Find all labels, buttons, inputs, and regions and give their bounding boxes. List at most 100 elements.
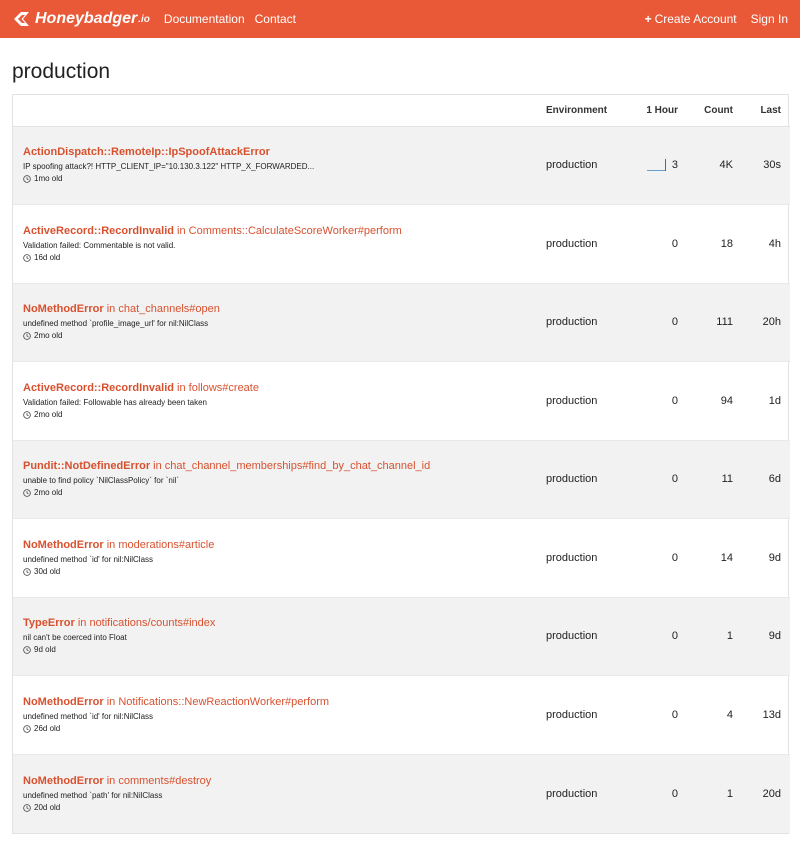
- error-age: 2mo old: [23, 330, 536, 342]
- clock-icon: [23, 724, 31, 733]
- error-class-link[interactable]: TypeError: [23, 617, 75, 629]
- table-header-row: Environment 1 Hour Count Last: [13, 95, 790, 127]
- hour-cell: 0: [632, 754, 687, 833]
- error-class-link[interactable]: NoMethodError: [23, 696, 104, 708]
- error-age: 2mo old: [23, 487, 536, 499]
- error-title[interactable]: Pundit::NotDefinedError in chat_channel_…: [23, 459, 536, 474]
- table-row[interactable]: NoMethodError in chat_channels#open unde…: [13, 283, 790, 362]
- error-location[interactable]: in comments#destroy: [107, 775, 212, 787]
- error-cell: NoMethodError in comments#destroy undefi…: [13, 754, 546, 833]
- table-row[interactable]: ActiveRecord::RecordInvalid in Comments:…: [13, 204, 790, 284]
- error-age-label: 9d old: [34, 645, 56, 655]
- environment-cell: production: [546, 518, 632, 598]
- count-cell: 1: [726, 787, 733, 800]
- honeybadger-logo-icon: [14, 12, 29, 26]
- last-cell: 20h: [742, 283, 790, 362]
- hour-cell: 0: [632, 597, 687, 676]
- error-location[interactable]: in Comments::CalculateScoreWorker#perfor…: [177, 225, 402, 237]
- last-cell: 4h: [742, 204, 790, 284]
- error-title[interactable]: NoMethodError in moderations#article: [23, 538, 536, 553]
- last-cell: 1d: [742, 361, 790, 441]
- error-age: 16d old: [23, 252, 536, 264]
- error-location[interactable]: in follows#create: [177, 382, 259, 394]
- error-title[interactable]: NoMethodError in comments#destroy: [23, 774, 536, 789]
- column-header-last[interactable]: Last: [742, 95, 790, 127]
- error-cell: NoMethodError in moderations#article und…: [13, 518, 546, 598]
- count-cell: 11: [687, 440, 742, 519]
- environment-cell: production: [546, 787, 598, 800]
- hour-count: 0: [671, 630, 678, 643]
- error-location[interactable]: in Notifications::NewReactionWorker#perf…: [107, 696, 329, 708]
- error-title[interactable]: NoMethodError in chat_channels#open: [23, 302, 536, 317]
- page-title: production: [12, 60, 111, 83]
- hour-cell: 0: [632, 204, 687, 284]
- error-age: 30d old: [23, 566, 536, 578]
- table-row[interactable]: ActionDispatch::RemoteIp::IpSpoofAttackE…: [13, 126, 790, 205]
- sparkline-icon: [646, 159, 666, 172]
- clock-icon: [23, 646, 31, 655]
- error-location[interactable]: in moderations#article: [107, 539, 215, 551]
- table-row[interactable]: ActiveRecord::RecordInvalid in follows#c…: [13, 361, 790, 441]
- error-class-link[interactable]: NoMethodError: [23, 303, 104, 315]
- hour-cell: 0: [632, 675, 687, 755]
- error-message: undefined method `profile_image_url' for…: [23, 319, 209, 329]
- error-title[interactable]: NoMethodError in Notifications::NewReact…: [23, 695, 536, 710]
- table-row[interactable]: TypeError in notifications/counts#index …: [13, 597, 790, 676]
- table-row[interactable]: NoMethodError in Notifications::NewReact…: [13, 675, 790, 755]
- sign-in-link[interactable]: Sign In: [751, 12, 788, 26]
- nav-documentation-link[interactable]: Documentation: [164, 12, 245, 26]
- error-age-label: 1mo old: [34, 174, 63, 184]
- environment-cell: production: [546, 597, 632, 676]
- error-title[interactable]: ActionDispatch::RemoteIp::IpSpoofAttackE…: [23, 145, 536, 160]
- hour-count: 0: [671, 708, 678, 721]
- error-message: unable to find policy `NilClassPolicy` f…: [23, 476, 180, 486]
- error-age-label: 2mo old: [34, 409, 63, 419]
- error-cell: ActiveRecord::RecordInvalid in Comments:…: [13, 204, 546, 284]
- last-cell: 20d: [762, 787, 781, 800]
- error-location[interactable]: in notifications/counts#index: [78, 617, 216, 629]
- error-class-link[interactable]: ActiveRecord::RecordInvalid: [23, 382, 174, 394]
- table-row[interactable]: NoMethodError in moderations#article und…: [13, 518, 790, 598]
- error-class-link[interactable]: NoMethodError: [23, 539, 104, 551]
- error-title[interactable]: TypeError in notifications/counts#index: [23, 616, 536, 631]
- error-class-link[interactable]: ActionDispatch::RemoteIp::IpSpoofAttackE…: [23, 146, 270, 158]
- column-header-1-hour[interactable]: 1 Hour: [632, 95, 687, 127]
- create-account-link[interactable]: + Create Account: [645, 12, 737, 26]
- clock-icon: [23, 489, 31, 498]
- nav-contact-link[interactable]: Contact: [255, 12, 296, 26]
- error-age: 26d old: [23, 723, 536, 735]
- error-class-link[interactable]: Pundit::NotDefinedError: [23, 460, 150, 472]
- hour-cell: 0: [632, 361, 687, 441]
- count-cell: 1: [687, 597, 742, 676]
- error-class-link[interactable]: NoMethodError: [23, 775, 104, 787]
- error-location[interactable]: in chat_channels#open: [107, 303, 220, 315]
- table-row[interactable]: NoMethodError in comments#destroy undefi…: [13, 754, 790, 833]
- error-message: nil can't be coerced into Float: [23, 633, 127, 643]
- error-message: undefined method `id' for nil:NilClass: [23, 711, 154, 721]
- column-header-count[interactable]: Count: [687, 95, 742, 127]
- hour-count: 0: [671, 473, 678, 486]
- error-age: 2mo old: [23, 409, 536, 421]
- error-message: Validation failed: Followable has alread…: [23, 397, 207, 407]
- error-title[interactable]: ActiveRecord::RecordInvalid in Comments:…: [23, 224, 536, 239]
- brand-suffix: .io: [138, 13, 150, 25]
- error-age-label: 20d old: [34, 802, 61, 812]
- clock-icon: [23, 175, 31, 184]
- error-title[interactable]: ActiveRecord::RecordInvalid in follows#c…: [23, 381, 536, 396]
- error-age-label: 16d old: [34, 252, 61, 262]
- column-header-environment[interactable]: Environment: [546, 95, 632, 127]
- count-cell: 4: [687, 675, 742, 755]
- error-cell: ActiveRecord::RecordInvalid in follows#c…: [13, 361, 546, 441]
- error-message: Validation failed: Commentable is not va…: [23, 240, 176, 250]
- error-class-link[interactable]: ActiveRecord::RecordInvalid: [23, 225, 174, 237]
- error-message: undefined method `id' for nil:NilClass: [23, 554, 154, 564]
- brand-logo[interactable]: Honeybadger .io: [12, 10, 150, 28]
- hour-count: 0: [671, 316, 678, 329]
- environment-cell: production: [546, 126, 632, 205]
- table-row[interactable]: Pundit::NotDefinedError in chat_channel_…: [13, 440, 790, 519]
- hour-count: 0: [671, 237, 678, 250]
- clock-icon: [23, 410, 31, 419]
- error-location[interactable]: in chat_channel_memberships#find_by_chat…: [153, 460, 430, 472]
- hour-cell: 0: [632, 518, 687, 598]
- create-account-label: Create Account: [654, 12, 737, 26]
